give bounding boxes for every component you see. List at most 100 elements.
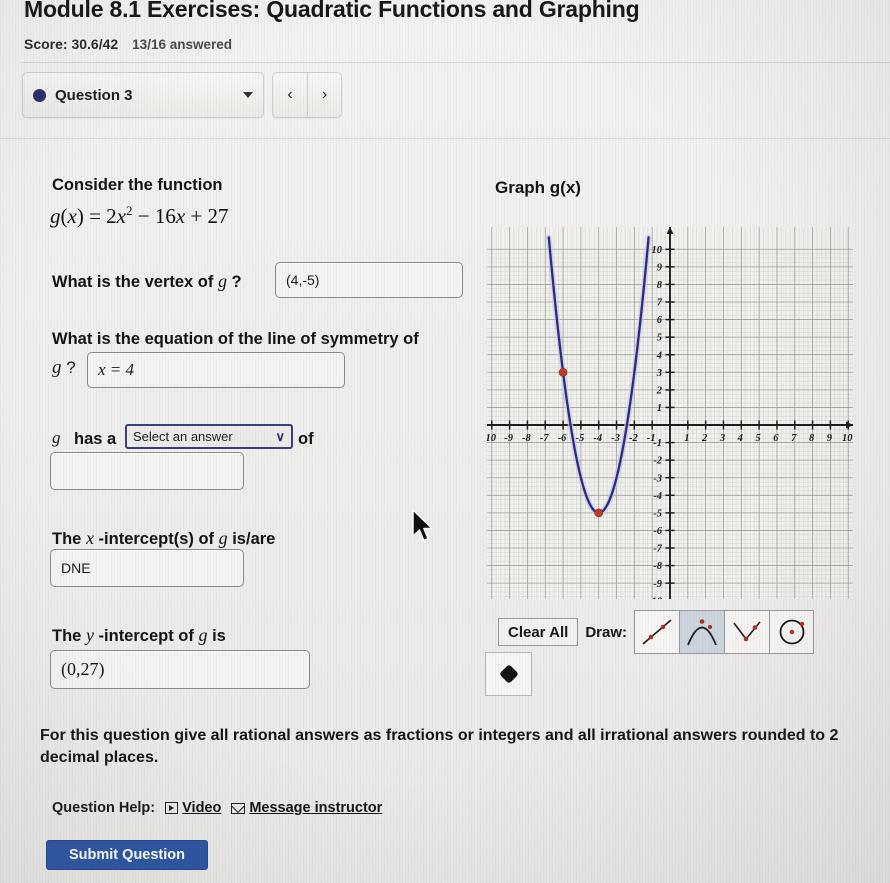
svg-text:8: 8 <box>809 433 815 444</box>
consider-the-function-label: Consider the function <box>52 176 223 194</box>
point-tool-button[interactable] <box>485 652 532 696</box>
extremum-question-of-label: of <box>298 430 314 448</box>
svg-text:-6: -6 <box>653 526 662 537</box>
line-tool-button[interactable] <box>634 610 679 654</box>
svg-text:9: 9 <box>657 262 663 273</box>
instructions-text: For this question give all rational answ… <box>40 727 839 767</box>
y-intercept-end: is <box>212 627 226 645</box>
clear-all-button[interactable]: Clear All <box>498 618 579 646</box>
svg-text:1: 1 <box>684 433 689 444</box>
message-instructor-label: Message instructor <box>249 800 383 816</box>
x-intercept-g: g <box>218 528 228 548</box>
svg-text:-2: -2 <box>629 433 638 444</box>
svg-text:-5: -5 <box>576 433 585 444</box>
y-intercept-pre: The <box>52 627 82 645</box>
symmetry-input-value: x = 4 <box>98 360 135 379</box>
mouse-cursor <box>411 509 437 550</box>
svg-text:3: 3 <box>719 433 725 444</box>
svg-text:-8: -8 <box>653 561 662 572</box>
x-intercept-var: x <box>85 528 94 548</box>
video-help-label: Video <box>182 800 222 816</box>
svg-text:5: 5 <box>657 333 662 344</box>
svg-text:7: 7 <box>791 433 797 444</box>
vertex-input[interactable]: (4,-5) <box>275 262 463 298</box>
svg-text:10: 10 <box>652 245 663 256</box>
parabola-tool-button[interactable] <box>679 610 724 654</box>
svg-text:2: 2 <box>656 385 663 396</box>
submit-question-button[interactable]: Submit Question <box>46 840 208 870</box>
draw-tool-group <box>634 610 814 654</box>
extremum-value-input[interactable] <box>50 452 244 490</box>
svg-text:1: 1 <box>657 403 662 414</box>
answered-label: 13/16 answered <box>132 37 232 52</box>
question-selector[interactable]: Question 3 <box>22 72 264 118</box>
y-intercept-post: -intercept of <box>98 627 194 645</box>
previous-question-button[interactable]: ‹ <box>272 72 307 118</box>
extremum-question-g-label: g <box>52 428 61 447</box>
x-intercept-input[interactable]: DNE <box>50 549 244 587</box>
draw-label: Draw: <box>585 623 627 641</box>
chevron-down-icon: ∨ <box>275 428 285 444</box>
absolute-value-tool-button[interactable] <box>724 610 769 654</box>
header-divider <box>22 62 890 63</box>
question-bar-divider <box>0 138 890 139</box>
score-row: Score: 30.6/42 13/16 answered <box>24 36 232 52</box>
graph-svg[interactable]: 10-9-8-7-6-5-4-3-2-112345678910109876543… <box>487 227 853 599</box>
score-label: Score: 30.6/42 <box>24 36 119 52</box>
chevron-down-icon <box>243 92 253 98</box>
svg-text:4: 4 <box>737 433 743 444</box>
question-help-row: Question Help: Video Message instructor <box>52 800 382 816</box>
graph-canvas[interactable]: 10-9-8-7-6-5-4-3-2-112345678910109876543… <box>487 227 853 599</box>
play-video-icon <box>165 802 179 814</box>
select-answer-label: Select an answer <box>133 429 233 444</box>
circle-tool-button[interactable] <box>769 610 814 654</box>
question-navigation-bar: Question 3 ‹ › <box>22 72 342 118</box>
parabola-icon <box>687 619 717 646</box>
symmetry-question-g-label: g ? <box>52 357 76 378</box>
svg-text:-9: -9 <box>504 433 513 444</box>
graph-title: Graph g(x) <box>495 178 581 197</box>
y-intercept-g: g <box>198 625 208 645</box>
page-title: Module 8.1 Exercises: Quadratic Function… <box>24 0 640 22</box>
x-intercept-post: -intercept(s) of <box>98 530 215 548</box>
message-instructor-link[interactable]: Message instructor <box>231 800 382 816</box>
mail-icon <box>231 802 246 814</box>
vertex-question-label: What is the vertex of g ? <box>52 271 242 291</box>
absolute-value-icon <box>733 621 761 642</box>
svg-text:-9: -9 <box>653 579 662 590</box>
svg-text:-1: -1 <box>653 438 662 449</box>
svg-text:8: 8 <box>657 280 663 291</box>
video-help-link[interactable]: Video <box>165 800 221 816</box>
svg-text:3: 3 <box>656 368 662 379</box>
select-answer-dropdown[interactable]: Select an answer ∨ <box>125 424 293 449</box>
point-tool-row <box>485 652 532 696</box>
symmetry-input[interactable]: x = 4 <box>87 352 345 388</box>
svg-text:10: 10 <box>487 433 497 444</box>
svg-text:2: 2 <box>701 433 708 444</box>
question-selector-label: Question 3 <box>55 86 133 104</box>
question-nav-group: ‹ › <box>272 72 342 118</box>
svg-text:6: 6 <box>657 315 663 326</box>
circle-icon <box>779 619 804 645</box>
function-definition: g(x) = 2x2 − 16x + 27 <box>50 203 229 228</box>
y-intercept-input[interactable]: (0,27) <box>50 650 310 689</box>
svg-text:-2: -2 <box>653 456 662 467</box>
y-intercept-question-label: The y -intercept of g is <box>52 625 226 646</box>
extremum-question-label: has a <box>74 430 117 448</box>
svg-text:-7: -7 <box>540 433 549 444</box>
svg-text:10: 10 <box>842 433 853 444</box>
draw-toolbar: Clear All Draw: <box>498 610 814 654</box>
svg-text:6: 6 <box>773 433 779 444</box>
x-intercept-end: is/are <box>232 530 276 548</box>
y-intercept-var: y <box>85 625 94 645</box>
question-status-dot-icon <box>33 88 46 102</box>
svg-text:-10: -10 <box>648 596 663 599</box>
svg-text:-6: -6 <box>558 433 567 444</box>
question-help-label: Question Help: <box>52 800 156 816</box>
svg-text:4: 4 <box>656 350 662 361</box>
svg-text:5: 5 <box>755 433 760 444</box>
svg-text:9: 9 <box>827 433 833 444</box>
svg-text:-5: -5 <box>653 508 662 519</box>
point-icon <box>498 664 519 684</box>
next-question-button[interactable]: › <box>307 72 342 118</box>
